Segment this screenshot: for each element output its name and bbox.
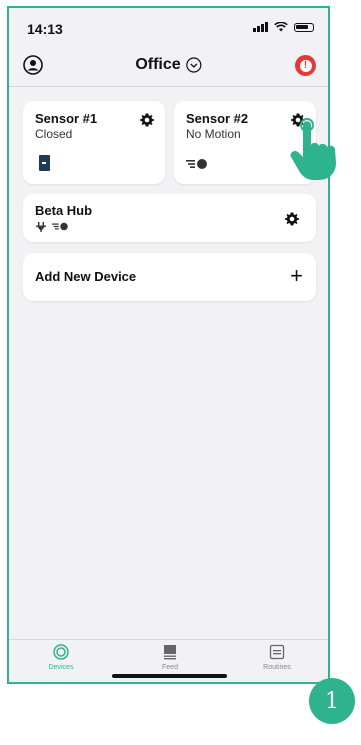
clock: 14:13 — [27, 21, 63, 37]
power-plug-icon — [36, 222, 46, 232]
motion-sensor-icon — [186, 159, 207, 169]
tab-label: Feed — [162, 664, 178, 671]
device-name: Sensor #1 — [35, 111, 98, 126]
device-state: No Motion — [186, 127, 241, 141]
gear-icon[interactable] — [284, 211, 300, 227]
home-indicator — [112, 674, 227, 678]
page-title: Office — [135, 56, 181, 73]
tab-label: Devices — [48, 664, 74, 671]
tab-feed[interactable]: Feed — [130, 644, 210, 671]
feed-icon — [164, 645, 176, 660]
battery-icon — [294, 22, 314, 32]
motion-sensor-icon — [52, 222, 68, 231]
profile-icon[interactable] — [23, 55, 43, 75]
devices-icon — [53, 644, 69, 660]
plus-icon: + — [290, 263, 303, 288]
step-badge: 1 — [309, 678, 355, 724]
tab-devices[interactable]: Devices — [21, 644, 101, 671]
device-card-sensor-1[interactable]: Sensor #1 Closed — [23, 101, 165, 184]
alert-icon: ! — [299, 59, 312, 72]
tab-label: Routines — [263, 664, 291, 671]
device-card-beta-hub[interactable]: Beta Hub — [23, 194, 316, 242]
routines-icon — [269, 644, 285, 660]
top-navigation-bar: Office ! — [9, 48, 328, 87]
add-device-card[interactable]: Add New Device + — [23, 253, 316, 301]
status-bar: 14:13 — [9, 8, 328, 48]
device-state: Closed — [35, 127, 73, 141]
phone-screen: 14:13 Office ! Sensor #1 Closed Sensor #… — [7, 6, 330, 684]
device-name: Sensor #2 — [186, 111, 249, 126]
device-name: Beta Hub — [35, 203, 93, 218]
tab-routines[interactable]: Routines — [237, 644, 317, 671]
alert-button[interactable]: ! — [295, 55, 316, 76]
location-selector[interactable]: Office — [135, 56, 202, 74]
add-device-label: Add New Device — [35, 269, 137, 284]
wifi-icon — [274, 22, 288, 32]
signal-icon — [253, 22, 268, 32]
system-icons — [253, 22, 314, 32]
chevron-down-icon — [186, 57, 202, 73]
gear-icon[interactable] — [139, 112, 155, 128]
door-sensor-icon — [39, 155, 50, 171]
tap-hand-icon — [290, 118, 336, 180]
